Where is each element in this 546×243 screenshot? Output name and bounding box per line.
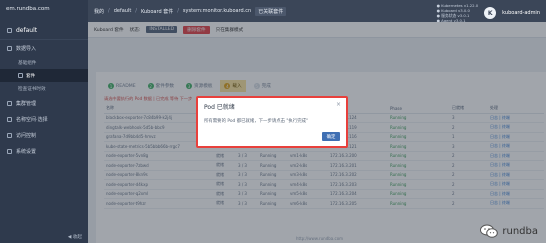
namespace-selector[interactable]: default	[0, 22, 88, 40]
sidebar-item-label: 系统设置	[16, 148, 37, 155]
gear-icon	[7, 148, 12, 154]
suite-tag: 已关联套件	[255, 6, 287, 16]
wechat-icon	[480, 224, 499, 238]
sidebar-item-label: 访问控制	[16, 132, 37, 139]
sidebar-item-namespace[interactable]: 名称空间·选择	[0, 111, 88, 127]
breadcrumb-home[interactable]: 我的	[94, 8, 104, 15]
brand-logo: em.rundba.com	[6, 6, 50, 12]
dialog-title: Pod 已就绪	[204, 104, 235, 111]
sidebar-item-import[interactable]: 数据导入	[0, 40, 88, 56]
watermark-text: rundba	[502, 225, 538, 237]
top-right: ● Kubernetes v1.22.0 ● Kuboard v3.0.0 ● …	[437, 3, 540, 23]
lock-icon	[7, 132, 12, 138]
sidebar-sub-suite[interactable]: 套件	[0, 69, 88, 82]
sidebar-item-settings[interactable]: 系统设置	[0, 143, 88, 159]
sidebar-sub-cert[interactable]: 检查证书时效	[0, 82, 88, 95]
breadcrumb-suite[interactable]: Kuboard 套件	[141, 8, 173, 15]
breadcrumb-separator: /	[108, 8, 110, 14]
sidebar-sub-label: 基础组件	[18, 60, 37, 66]
sidebar-item-label: 数据导入	[16, 45, 37, 52]
sidebar-item-label: 名称空间·选择	[16, 116, 48, 123]
namespace-label: default	[16, 27, 38, 34]
dialog-message: 所有需要的 Pod 都已就绪，下一步请点击 "执行完成"	[204, 119, 309, 124]
sidebar-sub-basic[interactable]: 基础组件	[0, 56, 88, 69]
import-icon	[7, 45, 12, 51]
top-bar: 我的 / default / Kuboard 套件 / system:monit…	[88, 0, 546, 23]
avatar[interactable]: K	[484, 7, 497, 19]
breadcrumb-namespace[interactable]: default	[114, 8, 132, 14]
sidebar-item-label: 集群管理	[16, 100, 37, 107]
sidebar-item-cluster[interactable]: 集群管理	[0, 95, 88, 111]
sidebar-item-access[interactable]: 访问控制	[0, 127, 88, 143]
user-name[interactable]: kuboard-admin	[502, 10, 540, 16]
cluster-icon	[7, 100, 12, 106]
collapse-button[interactable]: ◀ 收起	[0, 234, 88, 240]
sidebar-sub-label: 套件	[26, 73, 36, 79]
namespace-icon	[7, 28, 12, 33]
watermark: rundba	[480, 224, 538, 238]
ok-button[interactable]: 确定	[322, 132, 340, 141]
version-stats: ● Kubernetes v1.22.0 ● Kuboard v3.0.0 ● …	[437, 3, 479, 23]
breadcrumb-separator: /	[135, 8, 137, 14]
close-icon[interactable]: ×	[336, 101, 341, 108]
pod-ready-dialog: Pod 已就绪 × 所有需要的 Pod 都已就绪，下一步请点击 "执行完成" 确…	[196, 96, 348, 148]
suite-icon	[18, 73, 23, 78]
breadcrumb-separator: /	[177, 8, 179, 14]
sidebar: em.rundba.com default 数据导入 基础组件 套件 检查证书时…	[0, 0, 88, 243]
folder-icon	[7, 116, 12, 122]
breadcrumb-current: system:monitor.kuboard.cn	[182, 8, 252, 14]
sidebar-sub-label: 检查证书时效	[18, 86, 46, 92]
